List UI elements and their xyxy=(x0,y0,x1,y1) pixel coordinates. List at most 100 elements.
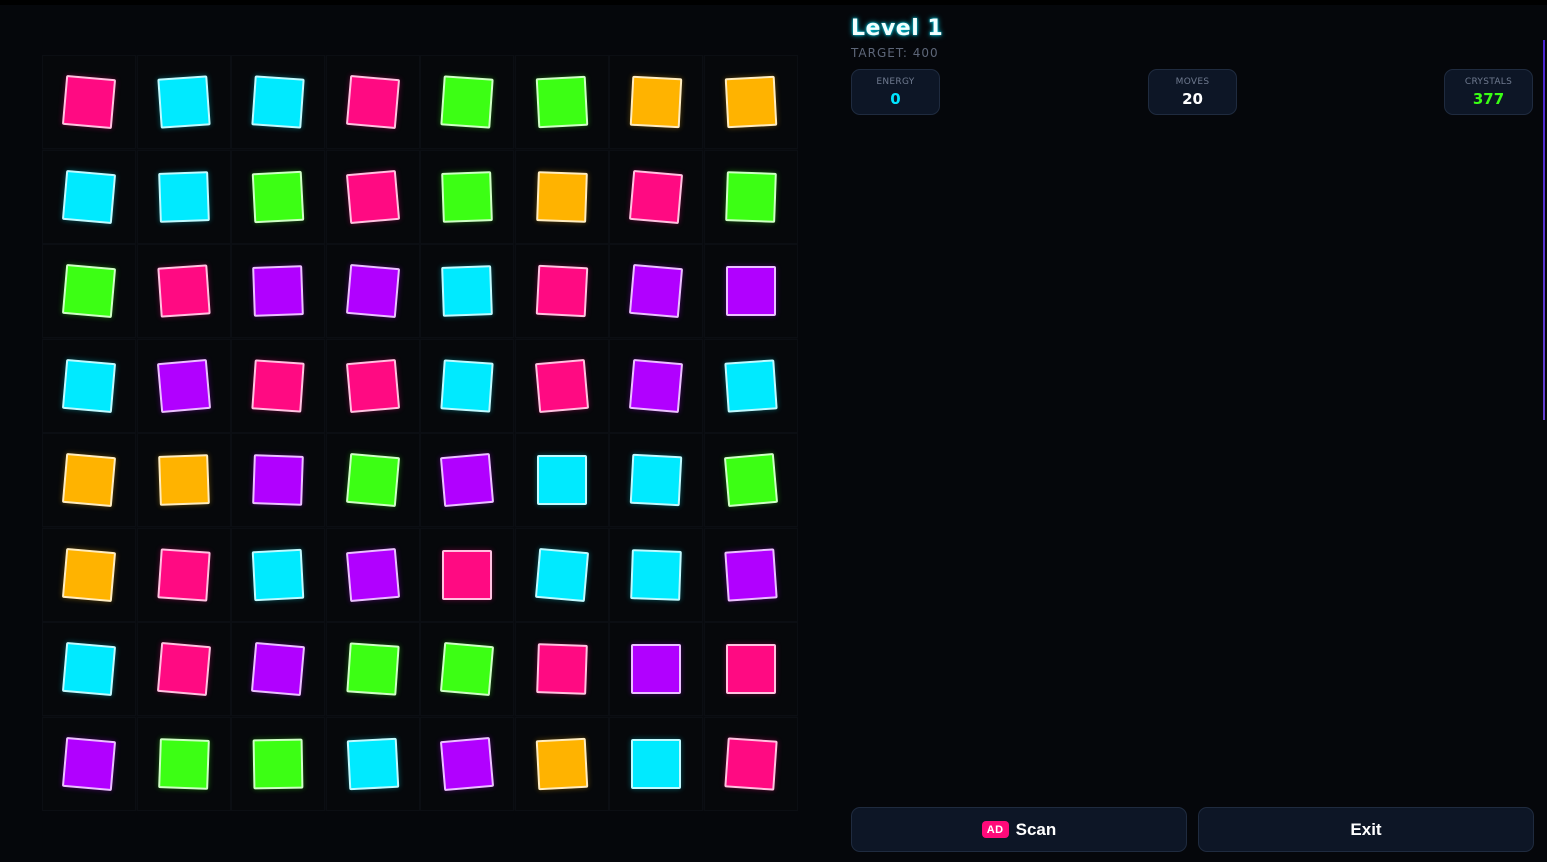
green-gem-icon[interactable] xyxy=(723,452,778,508)
board-cell[interactable] xyxy=(136,244,231,338)
pink-gem-icon[interactable] xyxy=(535,264,588,318)
purple-gem-icon[interactable] xyxy=(61,736,117,791)
board-cell[interactable] xyxy=(420,149,514,244)
pink-gem-icon[interactable] xyxy=(723,736,778,791)
board-cell[interactable] xyxy=(703,338,798,433)
orange-gem-icon[interactable] xyxy=(61,452,117,508)
green-gem-icon[interactable] xyxy=(252,738,304,789)
pink-gem-icon[interactable] xyxy=(345,169,400,224)
purple-gem-icon[interactable] xyxy=(345,547,400,602)
pink-gem-icon[interactable] xyxy=(345,358,400,413)
board-cell[interactable] xyxy=(514,622,609,716)
purple-gem-icon[interactable] xyxy=(628,263,684,319)
board-cell[interactable] xyxy=(325,244,420,338)
board-cell[interactable] xyxy=(42,716,136,811)
pink-gem-icon[interactable] xyxy=(61,74,117,130)
orange-gem-icon[interactable] xyxy=(629,75,683,129)
cyan-gem-icon[interactable] xyxy=(534,547,589,602)
cyan-gem-icon[interactable] xyxy=(536,455,587,505)
board-cell[interactable] xyxy=(514,433,609,527)
board-cell[interactable] xyxy=(231,622,325,716)
board-cell[interactable] xyxy=(420,527,514,622)
board-cell[interactable] xyxy=(703,244,798,338)
purple-gem-icon[interactable] xyxy=(252,454,304,506)
cyan-gem-icon[interactable] xyxy=(61,358,117,413)
board-cell[interactable] xyxy=(325,55,420,149)
cyan-gem-icon[interactable] xyxy=(251,548,305,601)
cyan-gem-icon[interactable] xyxy=(346,737,399,790)
orange-gem-icon[interactable] xyxy=(157,454,210,506)
board-cell[interactable] xyxy=(42,338,136,433)
board-cell[interactable] xyxy=(609,149,703,244)
board-cell[interactable] xyxy=(136,716,231,811)
board-cell[interactable] xyxy=(42,527,136,622)
board-cell[interactable] xyxy=(703,716,798,811)
green-gem-icon[interactable] xyxy=(440,75,494,129)
purple-gem-icon[interactable] xyxy=(250,641,306,697)
board-cell[interactable] xyxy=(325,527,420,622)
green-gem-icon[interactable] xyxy=(61,263,117,319)
pink-gem-icon[interactable] xyxy=(725,644,776,694)
cyan-gem-icon[interactable] xyxy=(723,358,778,413)
board-cell[interactable] xyxy=(514,55,609,149)
board-cell[interactable] xyxy=(231,55,325,149)
board-cell[interactable] xyxy=(136,527,231,622)
green-gem-icon[interactable] xyxy=(345,452,400,508)
cyan-gem-icon[interactable] xyxy=(61,169,117,224)
cyan-gem-icon[interactable] xyxy=(156,75,211,129)
board-cell[interactable] xyxy=(136,338,231,433)
purple-gem-icon[interactable] xyxy=(252,265,304,317)
orange-gem-icon[interactable] xyxy=(535,170,588,223)
board-cell[interactable] xyxy=(420,716,514,811)
green-gem-icon[interactable] xyxy=(441,170,493,223)
cyan-gem-icon[interactable] xyxy=(630,548,682,601)
cyan-gem-icon[interactable] xyxy=(157,170,210,223)
board-cell[interactable] xyxy=(325,338,420,433)
green-gem-icon[interactable] xyxy=(157,737,210,790)
pink-gem-icon[interactable] xyxy=(442,549,492,600)
exit-button[interactable]: Exit xyxy=(1198,807,1534,852)
board-cell[interactable] xyxy=(325,149,420,244)
purple-gem-icon[interactable] xyxy=(631,644,681,694)
green-gem-icon[interactable] xyxy=(724,170,777,223)
cyan-gem-icon[interactable] xyxy=(440,358,494,413)
board-cell[interactable] xyxy=(609,433,703,527)
board-cell[interactable] xyxy=(514,244,609,338)
board-cell[interactable] xyxy=(231,716,325,811)
orange-gem-icon[interactable] xyxy=(724,75,777,129)
board-cell[interactable] xyxy=(420,622,514,716)
board-cell[interactable] xyxy=(514,149,609,244)
board-cell[interactable] xyxy=(514,716,609,811)
cyan-gem-icon[interactable] xyxy=(631,738,681,789)
board-cell[interactable] xyxy=(325,716,420,811)
board-cell[interactable] xyxy=(609,622,703,716)
purple-gem-icon[interactable] xyxy=(156,358,211,413)
board-cell[interactable] xyxy=(703,149,798,244)
board-cell[interactable] xyxy=(231,433,325,527)
pink-gem-icon[interactable] xyxy=(345,74,400,130)
board-cell[interactable] xyxy=(42,622,136,716)
board-cell[interactable] xyxy=(136,149,231,244)
board-cell[interactable] xyxy=(703,55,798,149)
pink-gem-icon[interactable] xyxy=(535,643,588,695)
purple-gem-icon[interactable] xyxy=(439,452,495,508)
orange-gem-icon[interactable] xyxy=(61,547,117,602)
board-cell[interactable] xyxy=(609,338,703,433)
board-cell[interactable] xyxy=(42,149,136,244)
board-cell[interactable] xyxy=(420,244,514,338)
board-cell[interactable] xyxy=(420,433,514,527)
board-cell[interactable] xyxy=(42,433,136,527)
board-cell[interactable] xyxy=(703,622,798,716)
board-cell[interactable] xyxy=(231,527,325,622)
board-cell[interactable] xyxy=(136,622,231,716)
board-cell[interactable] xyxy=(325,433,420,527)
board-cell[interactable] xyxy=(231,244,325,338)
cyan-gem-icon[interactable] xyxy=(251,75,305,129)
board-cell[interactable] xyxy=(42,55,136,149)
board-cell[interactable] xyxy=(420,55,514,149)
board-cell[interactable] xyxy=(703,433,798,527)
pink-gem-icon[interactable] xyxy=(251,358,305,413)
purple-gem-icon[interactable] xyxy=(345,263,400,319)
cyan-gem-icon[interactable] xyxy=(61,641,117,697)
board-cell[interactable] xyxy=(703,527,798,622)
